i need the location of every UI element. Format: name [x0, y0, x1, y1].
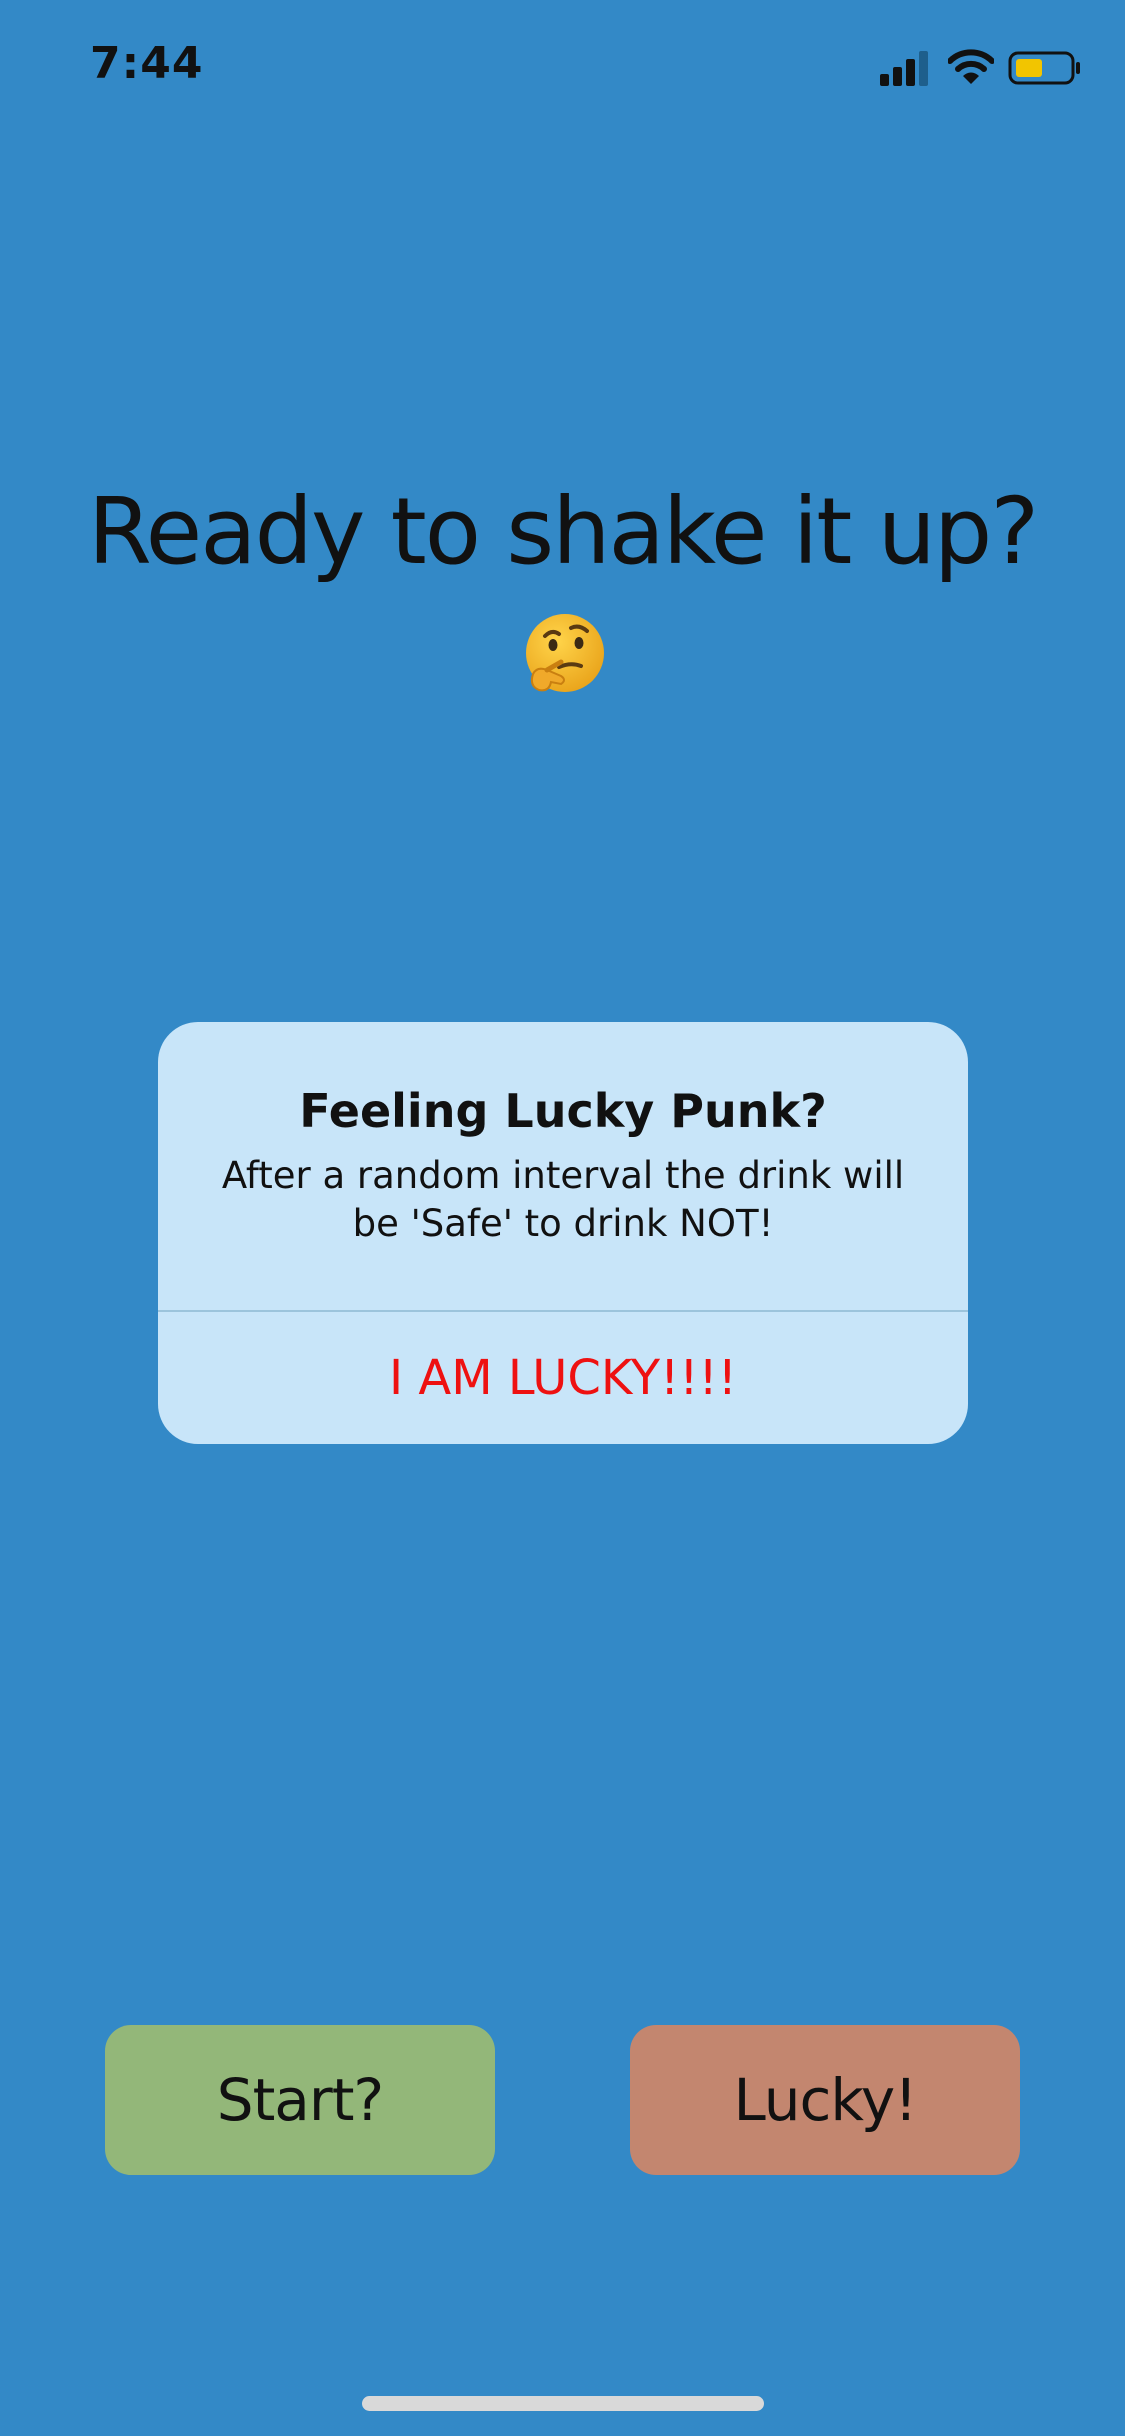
page-heading: Ready to shake it up?	[87, 478, 1039, 585]
home-indicator[interactable]	[362, 2396, 764, 2411]
alert-message: After a random interval the drink will b…	[221, 1154, 905, 1245]
thinking-face-icon	[526, 614, 604, 692]
lucky-button[interactable]: Lucky!	[630, 2025, 1020, 2175]
alert-dialog: Feeling Lucky Punk? After a random inter…	[158, 1022, 968, 1444]
status-time: 7:44	[90, 38, 204, 89]
battery-icon	[1008, 51, 1080, 85]
alert-title: Feeling Lucky Punk?	[299, 1084, 827, 1138]
cellular-signal-icon	[880, 51, 928, 86]
start-button[interactable]: Start?	[105, 2025, 495, 2175]
wifi-icon	[948, 49, 994, 84]
i-am-lucky-button[interactable]: I AM LUCKY!!!!	[158, 1312, 968, 1444]
